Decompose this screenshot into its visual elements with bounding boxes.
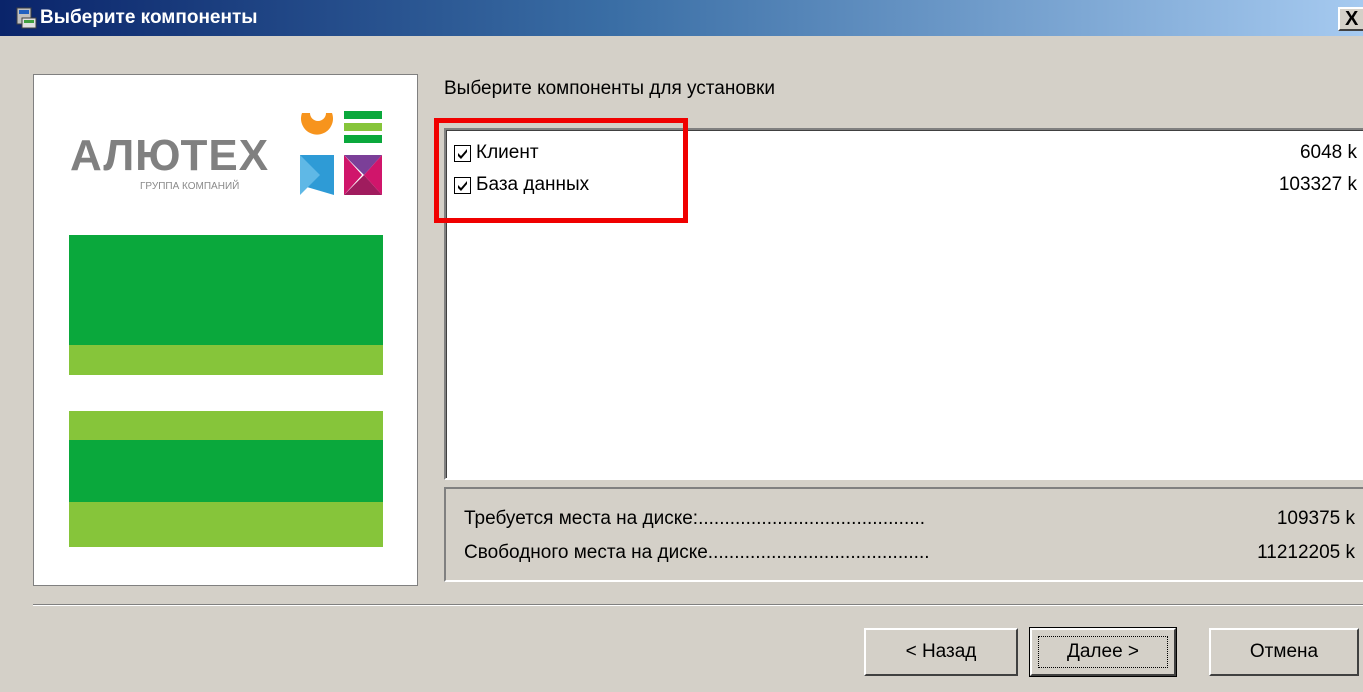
logo-stripe-light: [69, 411, 383, 440]
close-button[interactable]: X: [1338, 7, 1363, 31]
logo-panel: АЛЮТЕХ ГРУППА КОМПАНИЙ: [33, 74, 418, 586]
back-button[interactable]: < Назад: [864, 628, 1018, 676]
window-title: Выберите компоненты: [40, 7, 258, 28]
next-button[interactable]: Далее >: [1029, 627, 1177, 677]
component-size: 6048 k: [1299, 142, 1357, 163]
logo-stripe-light: [69, 502, 383, 547]
disk-space-panel: Требуется места на диске:...............…: [444, 487, 1363, 582]
title-bar: Выберите компоненты X: [0, 0, 1363, 36]
back-button-label: < Назад: [905, 641, 977, 662]
cancel-button-label: Отмена: [1249, 641, 1319, 662]
logo-stripe-dark: [69, 440, 383, 502]
disk-required-value: 109375 k: [1276, 508, 1355, 529]
component-size: 103327 k: [1278, 174, 1357, 195]
page-heading: Выберите компоненты для установки: [444, 78, 775, 99]
highlight-annotation: [434, 118, 688, 223]
company-logo-subtitle: ГРУППА КОМПАНИЙ: [140, 181, 240, 192]
installer-icon: [14, 6, 38, 30]
footer-separator: [33, 604, 1363, 606]
disk-free-value: 11212205 k: [1257, 542, 1355, 563]
logo-stripe-dark: [69, 235, 383, 345]
company-logo-icon: [300, 111, 382, 195]
cancel-button[interactable]: Отмена: [1209, 628, 1359, 676]
company-logo-text: АЛЮТЕХ: [70, 131, 270, 180]
next-button-label: Далее >: [1066, 641, 1140, 662]
disk-free-label: Свободного места на диске...............…: [464, 542, 930, 563]
disk-required-label: Требуется места на диске:...............…: [464, 508, 926, 529]
disk-free-row: Свободного места на диске...............…: [464, 539, 1355, 567]
disk-required-row: Требуется места на диске:...............…: [464, 505, 1355, 533]
logo-stripe-light: [69, 345, 383, 375]
